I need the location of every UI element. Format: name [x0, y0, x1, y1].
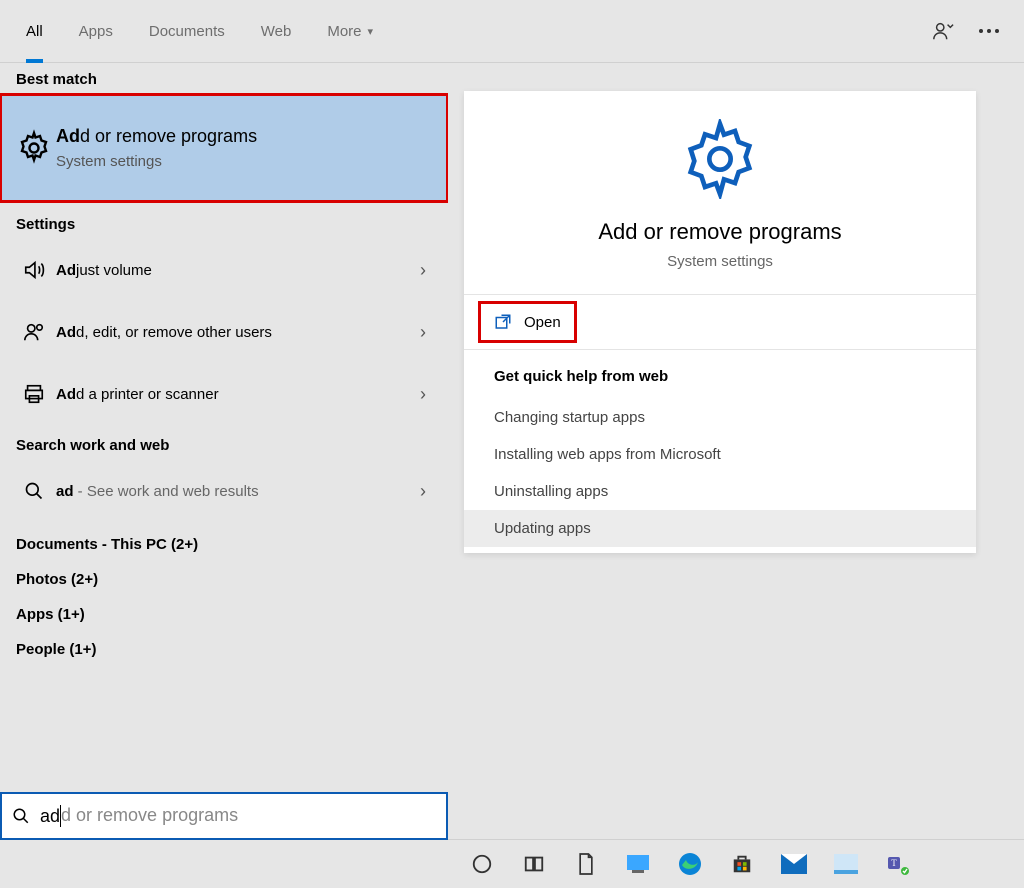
- settings-item-label: Add a printer or scanner: [56, 386, 420, 403]
- settings-item-label: Add, edit, or remove other users: [56, 324, 420, 341]
- sound-icon: [16, 259, 52, 281]
- result-category[interactable]: Apps (1+): [0, 592, 448, 627]
- web-search-item[interactable]: ad - See work and web results ›: [0, 460, 448, 522]
- tab-web[interactable]: Web: [243, 0, 310, 62]
- web-search-label: ad - See work and web results: [56, 483, 420, 500]
- settings-header: Settings: [0, 202, 448, 239]
- detail-card: Add or remove programs System settings O…: [464, 91, 976, 553]
- edge-icon[interactable]: [664, 840, 716, 888]
- chevron-right-icon: ›: [420, 384, 432, 405]
- search-icon: [12, 807, 30, 825]
- open-button-label: Open: [524, 314, 561, 331]
- results-pane: Best match Add or remove programs System…: [0, 63, 448, 841]
- detail-title: Add or remove programs: [598, 219, 841, 245]
- tab-more[interactable]: More ▾: [309, 0, 391, 62]
- account-icon[interactable]: [920, 8, 966, 54]
- more-options-icon[interactable]: [966, 8, 1012, 54]
- cortana-icon[interactable]: [456, 840, 508, 888]
- search-icon: [16, 481, 52, 501]
- chevron-right-icon: ›: [420, 481, 432, 502]
- result-category[interactable]: Documents - This PC (2+): [0, 522, 448, 557]
- svg-text:T: T: [891, 858, 897, 868]
- tab-apps[interactable]: Apps: [61, 0, 131, 62]
- best-match-header: Best match: [0, 63, 448, 94]
- tab-documents[interactable]: Documents: [131, 0, 243, 62]
- task-view-icon[interactable]: [508, 840, 560, 888]
- printer-icon: [16, 383, 52, 405]
- tab-apps-label: Apps: [79, 23, 113, 40]
- search-web-header: Search work and web: [0, 425, 448, 460]
- gear-icon: [16, 129, 52, 167]
- user-icon: [16, 321, 52, 343]
- help-link[interactable]: Installing web apps from Microsoft: [494, 436, 946, 473]
- gear-icon: [680, 119, 760, 199]
- search-box[interactable]: add or remove programs: [0, 792, 448, 840]
- filter-tabs: All Apps Documents Web More ▾: [0, 0, 1024, 63]
- help-link[interactable]: Uninstalling apps: [494, 473, 946, 510]
- settings-item[interactable]: Add, edit, or remove other users›: [0, 301, 448, 363]
- tab-more-label: More: [327, 23, 361, 40]
- open-button[interactable]: Open: [482, 305, 573, 339]
- app-icon[interactable]: [612, 840, 664, 888]
- store-icon[interactable]: [716, 840, 768, 888]
- settings-item[interactable]: Add a printer or scanner›: [0, 363, 448, 425]
- chevron-down-icon: ▾: [368, 25, 374, 38]
- tab-documents-label: Documents: [149, 23, 225, 40]
- app-icon-2[interactable]: [820, 840, 872, 888]
- settings-item[interactable]: Adjust volume›: [0, 239, 448, 301]
- help-link[interactable]: Updating apps: [464, 510, 976, 547]
- mail-icon[interactable]: [768, 840, 820, 888]
- open-icon: [494, 313, 512, 331]
- teams-icon[interactable]: T: [872, 840, 924, 888]
- chevron-right-icon: ›: [420, 322, 432, 343]
- best-match-item[interactable]: Add or remove programs System settings: [0, 94, 448, 202]
- chevron-right-icon: ›: [420, 260, 432, 281]
- best-match-subtitle: System settings: [56, 153, 432, 170]
- result-category[interactable]: People (1+): [0, 627, 448, 662]
- file-icon[interactable]: [560, 840, 612, 888]
- tab-all[interactable]: All: [8, 0, 61, 62]
- detail-subtitle: System settings: [667, 253, 773, 270]
- help-header: Get quick help from web: [494, 368, 946, 385]
- detail-pane: Add or remove programs System settings O…: [448, 63, 1024, 841]
- tab-all-label: All: [26, 23, 43, 40]
- settings-item-label: Adjust volume: [56, 262, 420, 279]
- search-input[interactable]: [38, 805, 436, 828]
- result-category[interactable]: Photos (2+): [0, 557, 448, 592]
- help-link[interactable]: Changing startup apps: [494, 399, 946, 436]
- taskbar: T: [448, 839, 1024, 888]
- best-match-title: Add or remove programs: [56, 126, 432, 147]
- tab-web-label: Web: [261, 23, 292, 40]
